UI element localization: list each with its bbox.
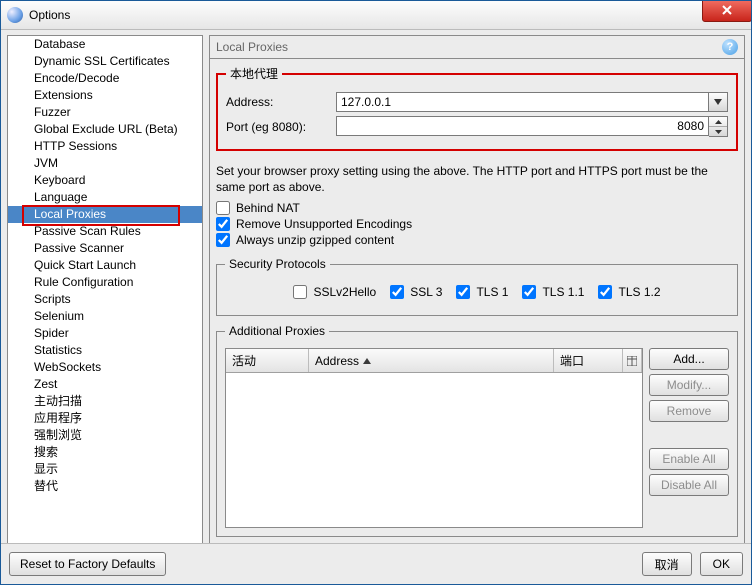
sidebar-item-keyboard[interactable]: Keyboard [8, 172, 202, 189]
table-menu-icon [627, 356, 637, 366]
additional-proxies-legend: Additional Proxies [225, 324, 329, 338]
sslv2hello-checkbox[interactable]: SSLv2Hello [293, 285, 376, 299]
unzip-gzipped-checkbox[interactable]: Always unzip gzipped content [216, 233, 738, 247]
ok-button[interactable]: OK [700, 552, 743, 576]
sidebar-item-dynamic-ssl-certificates[interactable]: Dynamic SSL Certificates [8, 53, 202, 70]
port-input[interactable] [336, 116, 709, 136]
enable-all-button[interactable]: Enable All [649, 448, 729, 470]
sidebar-item-scripts[interactable]: Scripts [8, 291, 202, 308]
local-proxy-legend: 本地代理 [226, 65, 282, 82]
table-columns-button[interactable] [623, 349, 642, 372]
modify-button[interactable]: Modify... [649, 374, 729, 396]
security-protocols-fieldset: Security Protocols SSLv2Hello SSL 3 TLS … [216, 257, 738, 316]
sidebar-item-[interactable]: 应用程序 [8, 410, 202, 427]
sidebar-item-http-sessions[interactable]: HTTP Sessions [8, 138, 202, 155]
ssl3-label: SSL 3 [410, 285, 442, 299]
cancel-button[interactable]: 取消 [642, 552, 692, 576]
panel-title: Local Proxies [216, 40, 288, 54]
address-dropdown-button[interactable] [709, 92, 728, 112]
tls1-checkbox[interactable]: TLS 1 [456, 285, 508, 299]
tls1-label: TLS 1 [476, 285, 508, 299]
sidebar-item-language[interactable]: Language [8, 189, 202, 206]
sidebar-item-quick-start-launch[interactable]: Quick Start Launch [8, 257, 202, 274]
sidebar-item-local-proxies[interactable]: Local Proxies [8, 206, 202, 223]
sidebar-item-websockets[interactable]: WebSockets [8, 359, 202, 376]
remove-encodings-input[interactable] [216, 217, 230, 231]
panel-header: Local Proxies ? [209, 35, 745, 58]
local-proxy-fieldset: 本地代理 Address: Port (eg 8080): [216, 65, 738, 151]
sidebar-item-[interactable]: 替代 [8, 478, 202, 495]
sidebar-item-[interactable]: 搜索 [8, 444, 202, 461]
tls12-checkbox[interactable]: TLS 1.2 [598, 285, 660, 299]
close-button[interactable] [702, 0, 752, 22]
chevron-up-icon [715, 120, 722, 124]
security-protocols-legend: Security Protocols [225, 257, 330, 271]
app-icon [7, 7, 23, 23]
ssl3-checkbox[interactable]: SSL 3 [390, 285, 442, 299]
panel-body: 本地代理 Address: Port (eg 8080): [209, 58, 745, 544]
sidebar-item-passive-scanner[interactable]: Passive Scanner [8, 240, 202, 257]
proxy-hint-text: Set your browser proxy setting using the… [216, 163, 738, 195]
proxies-table[interactable]: 活动 Address 端口 [225, 348, 643, 528]
behind-nat-input[interactable] [216, 201, 230, 215]
address-label: Address: [226, 95, 336, 109]
help-button[interactable]: ? [722, 39, 738, 55]
options-window: Options DatabaseDynamic SSL Certificates… [0, 0, 752, 585]
ssl3-input[interactable] [390, 285, 404, 299]
tls11-label: TLS 1.1 [542, 285, 584, 299]
chevron-down-icon [714, 99, 722, 105]
disable-all-button[interactable]: Disable All [649, 474, 729, 496]
remove-encodings-checkbox[interactable]: Remove Unsupported Encodings [216, 217, 738, 231]
table-header: 活动 Address 端口 [226, 349, 642, 373]
sidebar-item-database[interactable]: Database [8, 36, 202, 53]
add-button[interactable]: Add... [649, 348, 729, 370]
window-title: Options [29, 8, 745, 22]
sidebar-item-encode-decode[interactable]: Encode/Decode [8, 70, 202, 87]
remove-encodings-label: Remove Unsupported Encodings [236, 217, 412, 231]
unzip-gzipped-input[interactable] [216, 233, 230, 247]
close-icon [721, 4, 733, 16]
behind-nat-checkbox[interactable]: Behind NAT [216, 201, 738, 215]
address-input[interactable] [336, 92, 709, 112]
sidebar-item-statistics[interactable]: Statistics [8, 342, 202, 359]
tls11-checkbox[interactable]: TLS 1.1 [522, 285, 584, 299]
sidebar-item-rule-configuration[interactable]: Rule Configuration [8, 274, 202, 291]
port-label: Port (eg 8080): [226, 120, 336, 134]
sidebar-item-selenium[interactable]: Selenium [8, 308, 202, 325]
sidebar-item-[interactable]: 显示 [8, 461, 202, 478]
additional-proxies-fieldset: Additional Proxies 活动 Address 端口 [216, 324, 738, 537]
sslv2hello-input[interactable] [293, 285, 307, 299]
tls1-input[interactable] [456, 285, 470, 299]
sidebar-item-global-exclude-url-beta[interactable]: Global Exclude URL (Beta) [8, 121, 202, 138]
sidebar-item-spider[interactable]: Spider [8, 325, 202, 342]
spinner-down-button[interactable] [709, 127, 727, 136]
tls11-input[interactable] [522, 285, 536, 299]
behind-nat-label: Behind NAT [236, 201, 300, 215]
titlebar[interactable]: Options [1, 1, 751, 30]
sidebar-item-extensions[interactable]: Extensions [8, 87, 202, 104]
sslv2hello-label: SSLv2Hello [313, 285, 376, 299]
dialog-footer: Reset to Factory Defaults 取消 OK [1, 543, 751, 584]
sidebar-item-passive-scan-rules[interactable]: Passive Scan Rules [8, 223, 202, 240]
sidebar-item-fuzzer[interactable]: Fuzzer [8, 104, 202, 121]
sort-asc-icon [363, 358, 371, 364]
port-spinner[interactable] [709, 116, 728, 137]
sidebar-item-[interactable]: 强制浏览 [8, 427, 202, 444]
options-tree[interactable]: DatabaseDynamic SSL CertificatesEncode/D… [7, 35, 203, 544]
remove-button[interactable]: Remove [649, 400, 729, 422]
tls12-label: TLS 1.2 [618, 285, 660, 299]
spinner-up-button[interactable] [709, 117, 727, 127]
unzip-gzipped-label: Always unzip gzipped content [236, 233, 394, 247]
chevron-down-icon [715, 130, 722, 134]
sidebar-item-jvm[interactable]: JVM [8, 155, 202, 172]
tls12-input[interactable] [598, 285, 612, 299]
sidebar-item-[interactable]: 主动扫描 [8, 393, 202, 410]
col-port[interactable]: 端口 [554, 349, 623, 372]
col-address[interactable]: Address [309, 349, 554, 372]
col-address-label: Address [315, 354, 359, 368]
sidebar-item-zest[interactable]: Zest [8, 376, 202, 393]
table-body [226, 373, 642, 527]
reset-defaults-button[interactable]: Reset to Factory Defaults [9, 552, 166, 576]
col-enabled[interactable]: 活动 [226, 349, 309, 372]
